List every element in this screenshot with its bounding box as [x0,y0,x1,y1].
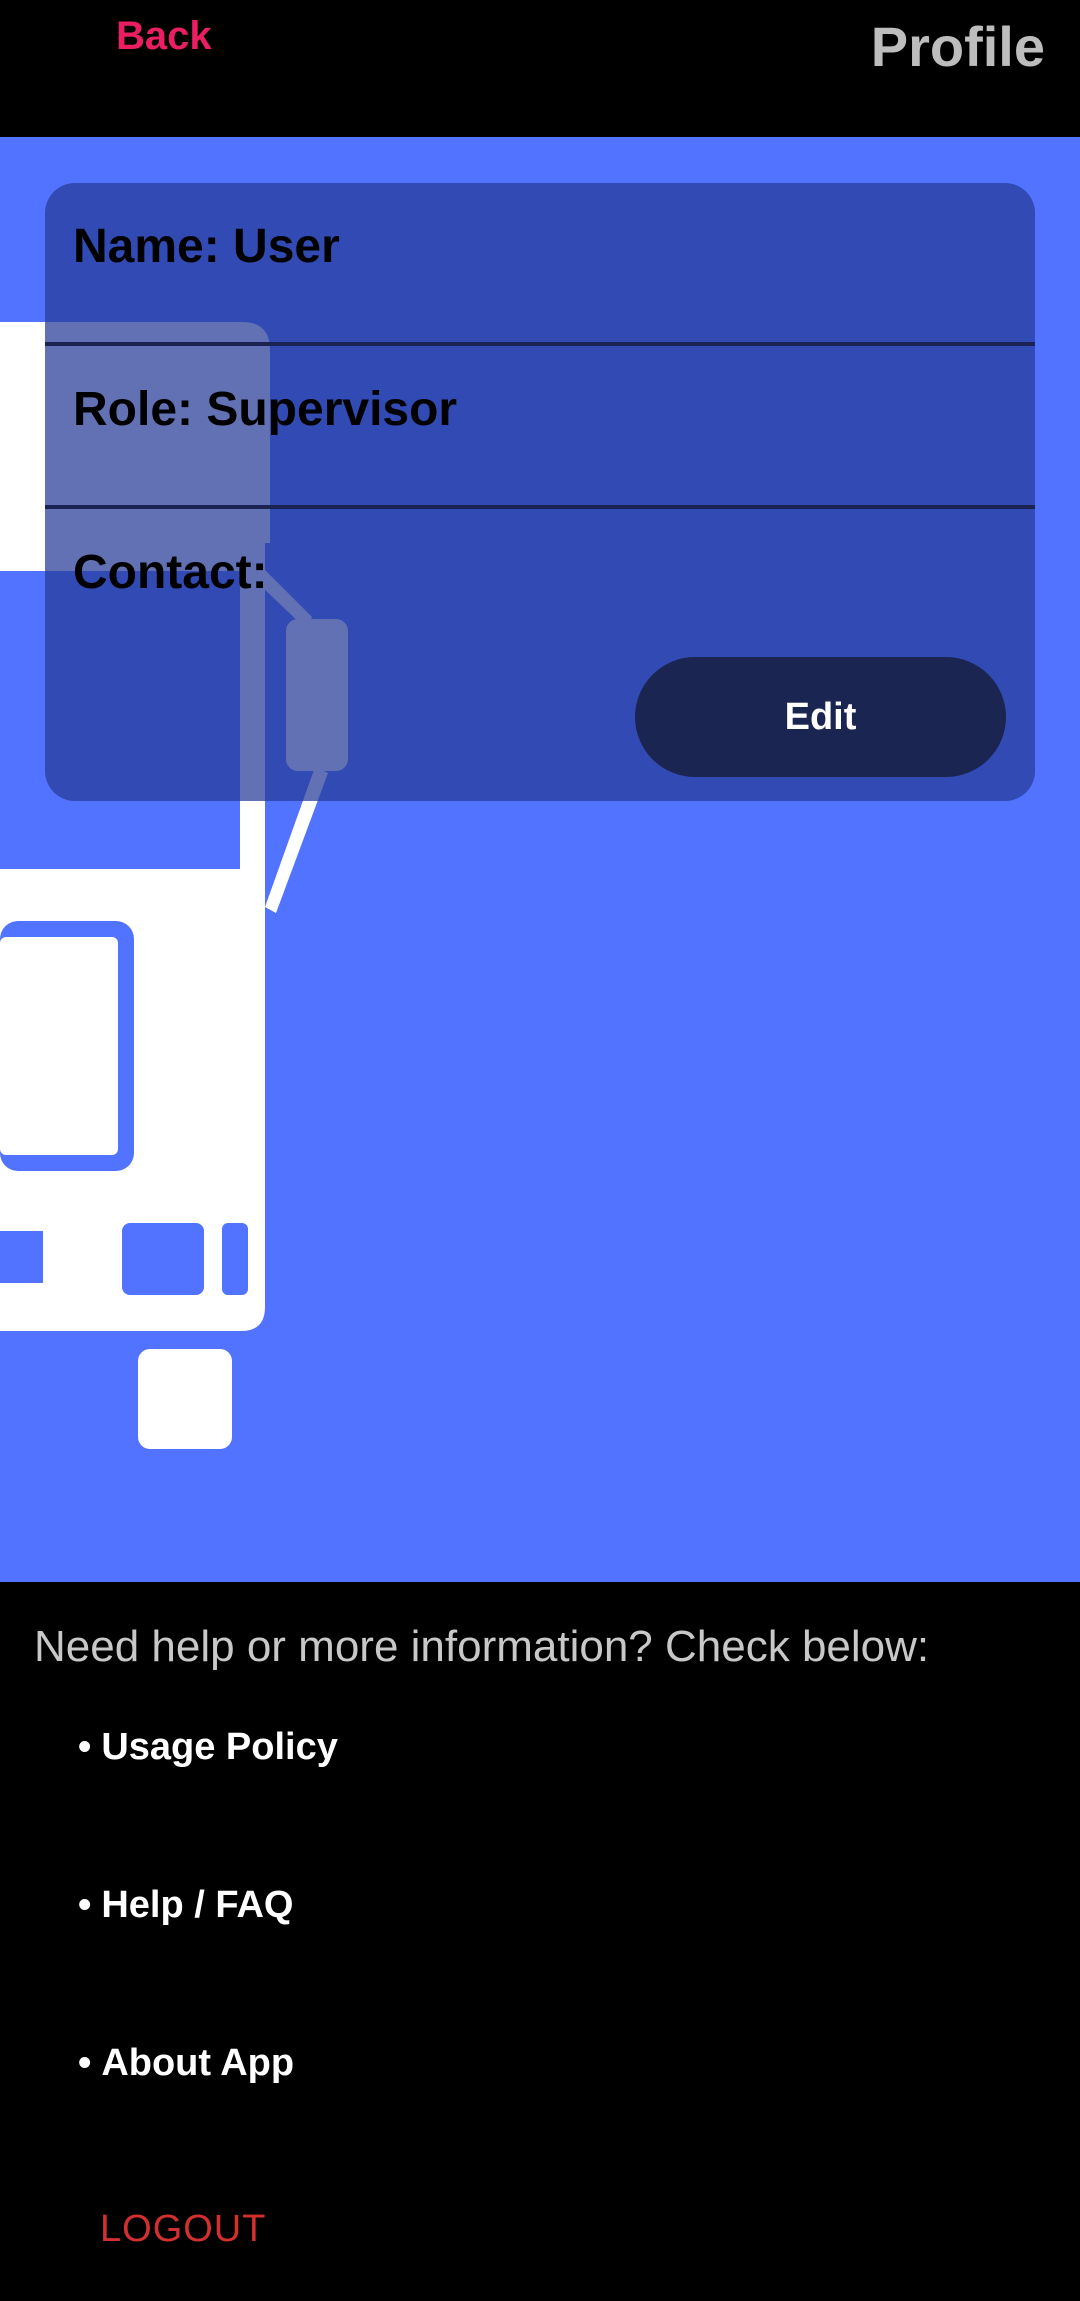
about-app-label: About App [101,2042,295,2084]
page-title: Profile [870,15,1045,78]
app-header: Back Profile [0,0,1080,137]
bullet-icon: • [78,2042,92,2084]
profile-card: Name: User Role: Supervisor Contact: Edi… [45,183,1035,801]
help-faq-link[interactable]: • Help / FAQ [78,1884,293,1927]
help-section: Need help or more information? Check bel… [0,1582,1080,2301]
help-intro-text: Need help or more information? Check bel… [34,1622,930,1671]
contact-text: Contact: [73,546,268,599]
bullet-icon: • [78,1884,92,1926]
role-row: Role: Supervisor [45,346,1035,509]
contact-row: Contact: [45,509,1035,672]
about-app-link[interactable]: • About App [78,2042,294,2085]
usage-policy-link[interactable]: • Usage Policy [78,1726,338,1769]
bullet-icon: • [78,1726,92,1768]
profile-screen: Back Profile Name: User Role: Supervisor… [0,0,1080,2301]
profile-hero: Name: User Role: Supervisor Contact: Edi… [0,137,1080,1582]
edit-button[interactable]: Edit [635,657,1006,777]
usage-policy-label: Usage Policy [101,1726,338,1768]
logout-button[interactable]: LOGOUT [100,2208,266,2251]
role-text: Role: Supervisor [73,383,458,436]
help-faq-label: Help / FAQ [101,1884,294,1926]
back-button[interactable]: Back [116,14,212,59]
name-row: Name: User [45,183,1035,346]
name-text: Name: User [73,220,340,273]
